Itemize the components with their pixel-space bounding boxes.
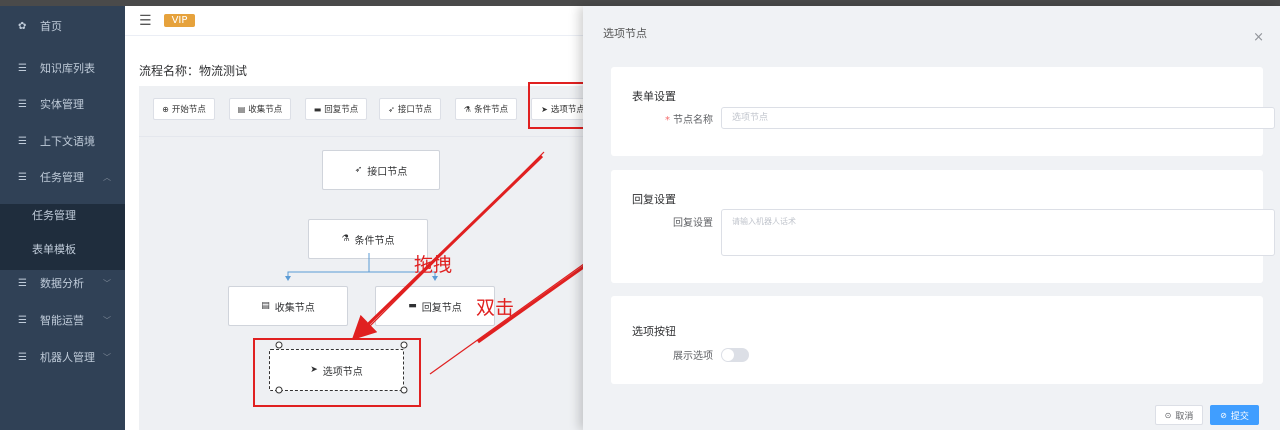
sidebar-item-knowledge-base[interactable]: ☰ 知识库列表 [0,50,125,86]
reply-settings-card: 回复设置 回复设置 [611,170,1275,283]
flow-node-condition[interactable]: ⚗ 条件节点 [308,219,428,259]
toolbar-divider [139,136,599,137]
node-label: 条件节点 [354,235,395,247]
reply-textarea[interactable] [721,209,1275,256]
list-icon: ☰ [18,62,27,74]
add-collect-node-button[interactable]: ▤ 收集节点 [229,98,291,120]
reply-icon: ▬ [313,104,322,114]
sidebar-item-label: 机器人管理 [40,351,95,364]
chevron-down-icon: ﹀ [103,352,111,362]
api-icon: ➶ [354,165,363,175]
node-name-input[interactable] [721,107,1275,129]
sidebar-item-label: 智能运营 [40,314,84,327]
flow-title: 流程名称：物流测试 [139,64,248,78]
navbar: ☰ VIP [125,6,583,36]
node-label: 选项节点 [322,366,363,378]
sidebar-item-entity[interactable]: ☰ 实体管理 [0,86,125,122]
dashboard-icon: ✿ [18,20,27,32]
chevron-up-icon: ︿ [103,172,111,182]
reply-icon: ▬ [408,301,417,311]
list-icon: ☰ [18,98,27,110]
required-asterisk: * [665,115,670,126]
reply-label: 回复设置 [673,218,713,229]
node-name-label-text: 节点名称 [673,115,713,126]
submit-button[interactable]: ⊘ 提交 [1210,405,1259,425]
node-label: 接口节点 [367,166,408,178]
node-label: 回复节点 [421,302,462,314]
flow-canvas[interactable]: ⊕ 开始节点 ▤ 收集节点 ▬ 回复节点 ➶ 接口节点 ⚗ 条件节点 ➤ 选项节… [139,86,599,430]
sidebar-item-label: 首页 [40,20,62,33]
collect-icon: ▤ [237,104,246,114]
submit-button-label: 提交 [1230,411,1249,422]
sidebar-subitem-task-manage[interactable]: 任务管理 [0,198,125,231]
add-condition-node-button[interactable]: ⚗ 条件节点 [455,98,517,120]
api-icon: ➶ [388,104,395,114]
chevron-down-icon: ﹀ [103,278,111,288]
start-icon: ⊕ [162,104,169,114]
sidebar: ✿ 首页 ☰ 知识库列表 ☰ 实体管理 ☰ 上下文语境 ☰ 任务管理 ︿ 任务管… [0,6,125,430]
close-icon[interactable]: × [1253,30,1264,45]
sidebar-subitem-label: 表单模板 [32,242,76,256]
option-button-card: 选项按钮 展示选项 [611,296,1263,384]
annotation-dblclick: 双击 [476,297,515,319]
toolbar-button-label: 开始节点 [171,105,206,115]
node-label: 收集节点 [274,302,315,314]
annotation-drag: 拖拽 [414,254,453,276]
option-node-drawer: 选项节点 × 表单设置 *节点名称 回复设置 回复设置 选项按钮 展示选项 ⊙ … [583,6,1280,430]
drawer-header: 选项节点 [583,6,1280,60]
list-icon: ☰ [18,314,27,326]
show-options-label: 展示选项 [673,351,713,362]
list-icon: ☰ [18,135,27,147]
sidebar-item-label: 数据分析 [40,277,84,290]
sidebar-item-home[interactable]: ✿ 首页 [0,8,125,44]
add-reply-node-button[interactable]: ▬ 回复节点 [305,98,367,120]
condition-icon: ⚗ [463,104,472,114]
sidebar-item-label: 实体管理 [40,98,84,111]
show-options-switch[interactable] [721,348,749,362]
toolbar-button-label: 接口节点 [397,105,432,115]
flow-node-api[interactable]: ➶ 接口节点 [322,150,440,190]
sidebar-item-context[interactable]: ☰ 上下文语境 [0,123,125,159]
cancel-button[interactable]: ⊙ 取消 [1155,405,1203,425]
toolbar-button-label: 收集节点 [248,105,283,115]
sidebar-item-operations[interactable]: ☰ 智能运营 ﹀ [0,302,125,338]
toolbar-button-label: 条件节点 [474,105,509,115]
option-icon: ➤ [310,365,318,375]
cancel-button-label: 取消 [1175,411,1194,422]
flow-node-collect[interactable]: ▤ 收集节点 [228,286,348,326]
switch-knob [722,349,734,361]
sidebar-subitem-form-template[interactable]: 表单模板 [0,232,125,265]
add-api-node-button[interactable]: ➶ 接口节点 [379,98,441,120]
drawer-title: 选项节点 [603,27,647,40]
option-icon: ➤ [541,104,548,114]
chevron-down-icon: ﹀ [103,315,111,325]
main-area: ☰ VIP 流程名称：物流测试 ⊕ 开始节点 ▤ 收集节点 ▬ 回复节点 ➶ 接… [125,6,599,430]
toolbar-button-label: 选项节点 [550,105,585,115]
node-name-label: * 节点名称 [631,111,713,126]
add-start-node-button[interactable]: ⊕ 开始节点 [153,98,215,120]
flow-node-option-selected[interactable]: ➤ 选项节点 [269,349,404,391]
cancel-icon: ⊙ [1164,410,1172,420]
sidebar-item-robot[interactable]: ☰ 机器人管理 ﹀ [0,339,125,375]
card-title: 选项按钮 [632,325,676,338]
collect-icon: ▤ [261,301,270,311]
vip-badge: VIP [163,14,196,27]
toolbar-button-label: 回复节点 [324,105,359,115]
sidebar-item-label: 上下文语境 [40,135,95,148]
list-icon: ☰ [18,171,27,183]
submit-icon: ⊘ [1220,410,1227,420]
sidebar-item-label: 知识库列表 [40,62,95,75]
card-title: 回复设置 [632,193,676,206]
list-icon: ☰ [18,351,27,363]
list-icon: ☰ [18,277,27,289]
sidebar-item-label: 任务管理 [40,171,84,184]
form-settings-card: 表单设置 * 节点名称 [611,67,1275,156]
hamburger-icon[interactable]: ☰ [139,13,152,29]
sidebar-item-analytics[interactable]: ☰ 数据分析 ﹀ [0,265,125,301]
sidebar-subitem-label: 任务管理 [32,208,76,222]
condition-icon: ⚗ [341,234,350,244]
card-title: 表单设置 [632,90,676,103]
sidebar-item-tasks[interactable]: ☰ 任务管理 ︿ [0,159,125,195]
node-toolbar: ⊕ 开始节点 ▤ 收集节点 ▬ 回复节点 ➶ 接口节点 ⚗ 条件节点 ➤ 选项节… [139,86,599,134]
